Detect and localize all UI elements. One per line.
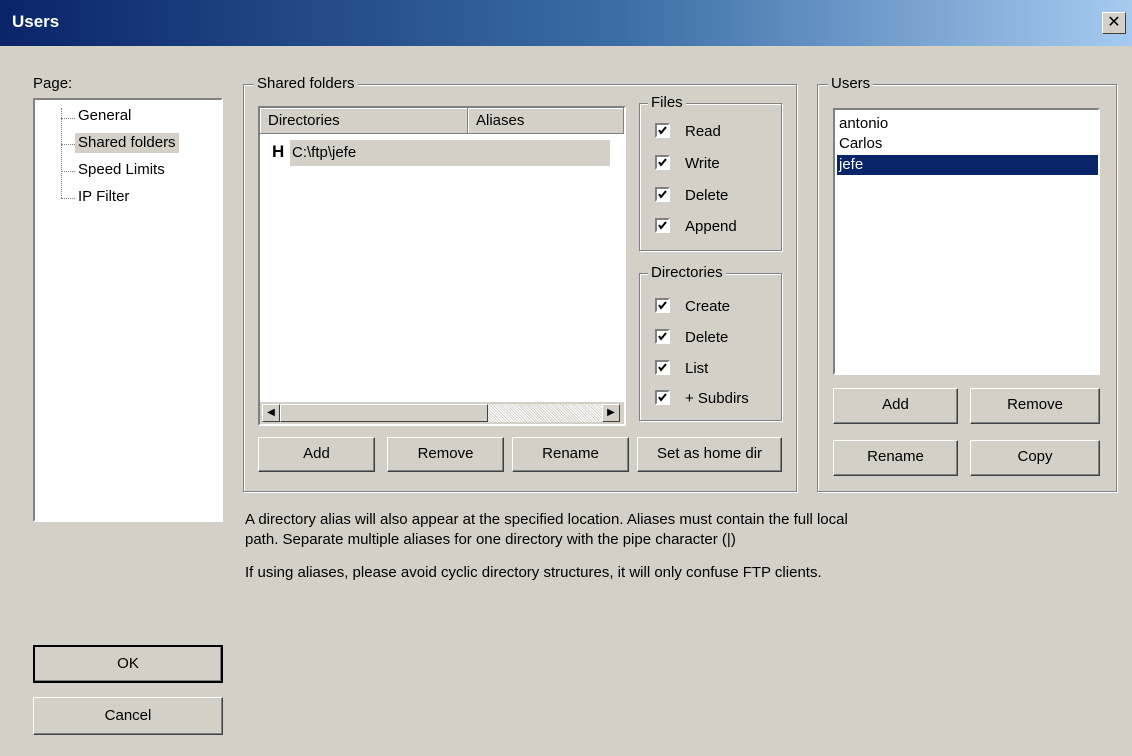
checkbox-label: Delete: [685, 329, 729, 346]
checkbox-label: Write: [685, 155, 720, 172]
files-group: Files Read Write Delete Append: [639, 94, 782, 251]
tree-item-general[interactable]: General: [75, 106, 134, 126]
column-aliases[interactable]: Aliases: [468, 108, 624, 134]
page-label: Page:: [33, 75, 73, 92]
scroll-right-icon[interactable]: ▶: [602, 404, 620, 422]
list-item[interactable]: antonio: [837, 114, 1098, 134]
directories-group: Directories Create Delete List + Subdirs: [639, 264, 782, 421]
checkbox-label: Append: [685, 218, 737, 235]
checkmark-icon: [655, 218, 670, 233]
table-row[interactable]: H C:\ftp\jefe: [260, 138, 624, 168]
alias-note-line-1: A directory alias will also appear at th…: [245, 511, 848, 528]
users-legend: Users: [828, 75, 874, 93]
checkbox-label: Delete: [685, 187, 729, 204]
checkbox-label: List: [685, 360, 709, 377]
title-bar: Users ✕: [0, 0, 1132, 46]
checkbox-label: + Subdirs: [685, 390, 749, 407]
scroll-left-icon[interactable]: ◀: [262, 404, 280, 422]
add-directory-button[interactable]: Add: [258, 437, 375, 472]
checkmark-icon: [655, 390, 670, 405]
tree-connector: [61, 198, 75, 199]
checkmark-icon: [655, 155, 670, 170]
rename-directory-button[interactable]: Rename: [512, 437, 629, 472]
list-item-selected[interactable]: jefe: [837, 155, 1098, 175]
tree-item-ip-filter[interactable]: IP Filter: [75, 187, 132, 207]
checkmark-icon: [655, 123, 670, 138]
scroll-track[interactable]: [488, 404, 602, 422]
copy-user-button[interactable]: Copy: [970, 440, 1100, 476]
directory-cell: C:\ftp\jefe: [290, 140, 610, 166]
checkmark-icon: [655, 187, 670, 202]
directories-legend: Directories: [648, 264, 726, 282]
tree-item-shared-folders[interactable]: Shared folders: [75, 133, 179, 153]
checkbox-label: Create: [685, 298, 731, 315]
set-home-dir-button[interactable]: Set as home dir: [637, 437, 782, 472]
directory-list[interactable]: Directories Aliases H C:\ftp\jefe ◀ ▶: [258, 106, 626, 426]
tree-connector: [61, 108, 62, 198]
tree-item-speed-limits[interactable]: Speed Limits: [75, 160, 168, 180]
users-list[interactable]: antonio Carlos jefe: [833, 108, 1100, 375]
rename-user-button[interactable]: Rename: [833, 440, 958, 476]
column-directories[interactable]: Directories: [260, 108, 468, 134]
checkmark-icon: [655, 298, 670, 313]
ok-button[interactable]: OK: [33, 645, 223, 683]
list-item[interactable]: Carlos: [837, 134, 1098, 154]
alias-note-line-2: path. Separate multiple aliases for one …: [245, 531, 736, 548]
horizontal-scrollbar[interactable]: ◀ ▶: [260, 402, 624, 424]
remove-user-button[interactable]: Remove: [970, 388, 1100, 424]
remove-directory-button[interactable]: Remove: [387, 437, 504, 472]
window-title: Users: [12, 12, 60, 31]
checkmark-icon: [655, 329, 670, 344]
close-icon[interactable]: ✕: [1102, 12, 1126, 34]
tree-connector: [61, 171, 75, 172]
checkmark-icon: [655, 360, 670, 375]
cancel-button[interactable]: Cancel: [33, 697, 223, 735]
tree-connector: [61, 144, 75, 145]
checkbox-label: Read: [685, 123, 721, 140]
shared-folders-legend: Shared folders: [254, 75, 358, 93]
alias-note-line-3: If using aliases, please avoid cyclic di…: [245, 564, 822, 581]
add-user-button[interactable]: Add: [833, 388, 958, 424]
files-legend: Files: [648, 94, 686, 112]
scroll-thumb[interactable]: [280, 404, 488, 422]
page-tree: General Shared folders Speed Limits IP F…: [33, 98, 223, 522]
home-dir-flag: H: [272, 142, 285, 161]
tree-connector: [61, 118, 75, 119]
